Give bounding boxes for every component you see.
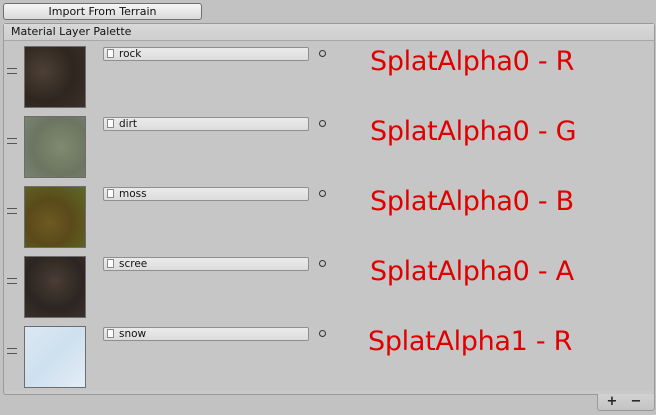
object-picker-icon[interactable]	[319, 120, 326, 127]
channel-annotation: SplatAlpha0 - R	[370, 46, 575, 77]
channel-annotation: SplatAlpha0 - B	[370, 186, 574, 217]
drag-handle-icon[interactable]	[7, 278, 17, 284]
layer-thumbnail[interactable]	[24, 46, 86, 108]
list-footer: + −	[597, 394, 655, 411]
object-picker-icon[interactable]	[319, 50, 326, 57]
object-picker-icon[interactable]	[319, 260, 326, 267]
material-icon	[107, 329, 114, 338]
material-icon	[107, 119, 114, 128]
layer-row: scree SplatAlpha0 - A	[4, 251, 654, 321]
material-icon	[107, 259, 114, 268]
material-name: dirt	[119, 118, 138, 130]
object-picker-icon[interactable]	[319, 330, 326, 337]
layer-thumbnail[interactable]	[24, 116, 86, 178]
material-field[interactable]: snow	[103, 327, 309, 341]
material-layer-palette: Material Layer Palette rock SplatAlpha0 …	[3, 23, 655, 395]
channel-annotation: SplatAlpha0 - G	[370, 116, 577, 147]
drag-handle-icon[interactable]	[7, 68, 17, 74]
layer-row: rock SplatAlpha0 - R	[4, 41, 654, 111]
palette-title: Material Layer Palette	[4, 24, 654, 41]
remove-layer-button[interactable]: −	[626, 394, 646, 410]
material-name: moss	[119, 188, 147, 200]
drag-handle-icon[interactable]	[7, 138, 17, 144]
material-icon	[107, 189, 114, 198]
layer-list: rock SplatAlpha0 - R dirt SplatAlpha0 - …	[4, 41, 654, 391]
channel-annotation: SplatAlpha0 - A	[370, 256, 574, 287]
import-from-terrain-button[interactable]: Import From Terrain	[3, 3, 202, 20]
layer-thumbnail[interactable]	[24, 256, 86, 318]
material-field[interactable]: rock	[103, 47, 309, 61]
layer-row: moss SplatAlpha0 - B	[4, 181, 654, 251]
material-field[interactable]: dirt	[103, 117, 309, 131]
drag-handle-icon[interactable]	[7, 208, 17, 214]
drag-handle-icon[interactable]	[7, 348, 17, 354]
material-name: snow	[119, 328, 147, 340]
material-name: scree	[119, 258, 148, 270]
layer-thumbnail[interactable]	[24, 186, 86, 248]
object-picker-icon[interactable]	[319, 190, 326, 197]
material-name: rock	[119, 48, 142, 60]
add-layer-button[interactable]: +	[602, 394, 622, 410]
material-field[interactable]: scree	[103, 257, 309, 271]
material-field[interactable]: moss	[103, 187, 309, 201]
channel-annotation: SplatAlpha1 - R	[368, 326, 573, 357]
layer-thumbnail[interactable]	[24, 326, 86, 388]
material-icon	[107, 49, 114, 58]
layer-row: dirt SplatAlpha0 - G	[4, 111, 654, 181]
layer-row: snow SplatAlpha1 - R	[4, 321, 654, 391]
